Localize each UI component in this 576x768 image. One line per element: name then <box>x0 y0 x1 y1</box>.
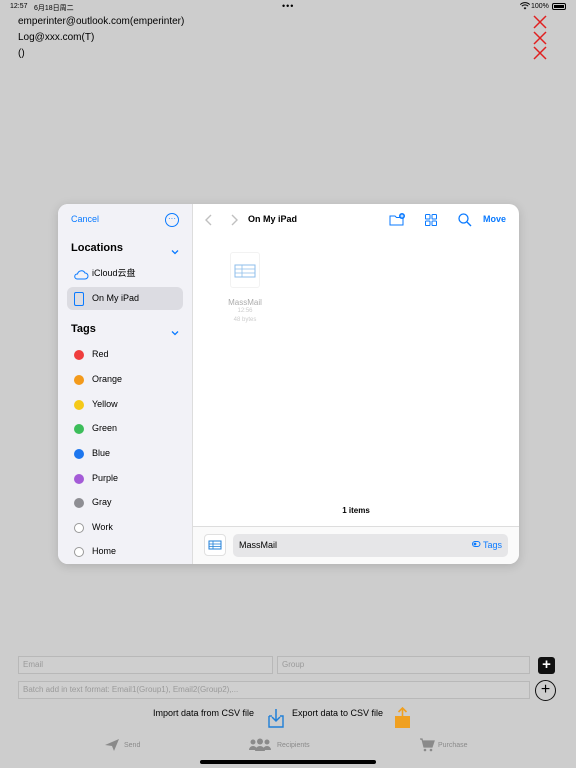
multitask-dots-icon[interactable]: ••• <box>282 1 294 11</box>
sidebar-item-label: Home <box>92 546 117 556</box>
recipient-list: emperinter@outlook.com(emperinter) Log@x… <box>18 14 184 62</box>
sidebar-item-label: On My iPad <box>92 293 140 303</box>
email-field[interactable]: Email <box>18 656 273 674</box>
chevron-down-icon[interactable] <box>170 244 180 255</box>
sidebar-item-label: iCloud云盘 <box>92 268 136 278</box>
spreadsheet-file-icon <box>230 252 260 288</box>
tag-color-dot <box>74 474 84 484</box>
recipient-item[interactable]: () <box>18 46 184 62</box>
tag-color-dot <box>74 424 84 434</box>
export-csv-label[interactable]: Export data to CSV file <box>292 708 383 718</box>
delete-recipient-icon[interactable] <box>532 45 548 61</box>
sidebar-item-icloud[interactable]: iCloud云盘 <box>67 262 183 285</box>
status-date: 6月18日周二 <box>34 5 74 12</box>
send-icon[interactable] <box>104 738 124 754</box>
tag-color-dot <box>74 400 84 410</box>
item-count: 1 items <box>342 506 370 515</box>
import-csv-label[interactable]: Import data from CSV file <box>153 708 254 718</box>
cancel-button[interactable]: Cancel <box>71 214 99 224</box>
sidebar-item-tag-home[interactable]: Home <box>67 540 183 563</box>
sidebar-item-tag-blue[interactable]: Blue <box>67 442 183 465</box>
tags-label: Tags <box>482 540 502 550</box>
recipient-item[interactable]: Log@xxx.com(T) <box>18 30 184 46</box>
tag-color-dot <box>74 449 84 459</box>
sidebar-item-tag-red[interactable]: Red <box>67 343 183 366</box>
sidebar-item-tag-purple[interactable]: Purple <box>67 467 183 490</box>
status-bar: 12:57 6月18日周二 ••• 100% <box>0 0 576 14</box>
home-indicator[interactable] <box>200 760 376 764</box>
file-size: 48 bytes <box>233 317 257 323</box>
battery-icon <box>552 3 566 10</box>
filename-value: MassMail <box>239 540 278 550</box>
new-folder-icon[interactable] <box>389 212 405 228</box>
sidebar-item-label: Orange <box>92 374 123 384</box>
export-csv-icon[interactable] <box>393 706 413 729</box>
wifi-icon <box>519 2 531 12</box>
import-csv-icon[interactable] <box>266 707 286 729</box>
tag-color-dot <box>74 547 84 557</box>
tag-color-dot <box>74 498 84 508</box>
delete-recipient-icon[interactable] <box>532 30 548 46</box>
tab-purchase[interactable]: Purchase <box>438 738 468 754</box>
battery-percent: 100% <box>531 3 549 10</box>
sidebar-item-label: Yellow <box>92 399 118 409</box>
batch-add-button[interactable]: + <box>535 680 556 701</box>
sidebar-item-label: Gray <box>92 497 112 507</box>
group-field[interactable]: Group <box>277 656 530 674</box>
tag-color-dot <box>74 350 84 360</box>
picker-sidebar: Cancel ··· Locations iCloud云盘 On My iPad… <box>58 204 193 564</box>
tab-recipients[interactable]: Recipients <box>277 738 310 754</box>
chevron-down-icon[interactable] <box>170 325 180 336</box>
back-chevron-icon[interactable] <box>204 213 214 230</box>
grid-view-icon[interactable] <box>423 212 439 228</box>
cart-icon[interactable] <box>419 738 439 754</box>
save-bar: MassMail Tags <box>193 526 519 564</box>
sidebar-item-tag-gray[interactable]: Gray <box>67 491 183 514</box>
sidebar-item-label: Red <box>92 349 109 359</box>
document-picker-dialog: Cancel ··· Locations iCloud云盘 On My iPad… <box>58 204 519 564</box>
sidebar-item-label: Green <box>92 423 118 433</box>
tab-send[interactable]: Send <box>124 738 140 754</box>
file-name: MassMail <box>228 298 262 307</box>
sidebar-item-on-my-ipad[interactable]: On My iPad <box>67 287 183 310</box>
sidebar-item-label: Work <box>92 522 113 532</box>
people-icon[interactable] <box>248 738 271 754</box>
tag-color-dot <box>74 523 84 533</box>
tags-header[interactable]: Tags <box>71 323 96 335</box>
sidebar-item-label: Blue <box>92 448 111 458</box>
page-title: On My iPad <box>248 214 298 224</box>
sidebar-item-tag-work[interactable]: Work <box>67 516 183 539</box>
tag-icon <box>471 541 481 547</box>
more-options-icon[interactable]: ··· <box>165 213 179 227</box>
tags-button[interactable]: Tags <box>471 534 502 557</box>
status-time: 12:57 <box>10 3 28 10</box>
recipient-item[interactable]: emperinter@outlook.com(emperinter) <box>18 14 184 30</box>
picker-main: On My iPad Move MassMail 12:56 48 bytes … <box>193 204 519 564</box>
add-recipient-button[interactable]: + <box>538 657 555 674</box>
search-icon[interactable] <box>457 212 473 228</box>
tag-color-dot <box>74 375 84 385</box>
filename-field[interactable]: MassMail Tags <box>233 534 508 557</box>
sidebar-item-label: Purple <box>92 473 119 483</box>
move-button[interactable]: Move <box>483 214 506 224</box>
sidebar-item-tag-yellow[interactable]: Yellow <box>67 393 183 416</box>
sidebar-item-tag-orange[interactable]: Orange <box>67 368 183 391</box>
locations-header[interactable]: Locations <box>71 242 123 254</box>
sidebar-item-tag-green[interactable]: Green <box>67 417 183 440</box>
file-item[interactable]: MassMail 12:56 48 bytes <box>223 252 267 325</box>
forward-chevron-icon[interactable] <box>229 213 239 230</box>
delete-recipient-icon[interactable] <box>532 14 548 30</box>
spreadsheet-file-icon <box>204 534 226 556</box>
ipad-icon <box>73 292 85 315</box>
file-time: 12:56 <box>237 308 253 314</box>
batch-add-field[interactable]: Batch add in text format: Email1(Group1)… <box>18 681 530 699</box>
